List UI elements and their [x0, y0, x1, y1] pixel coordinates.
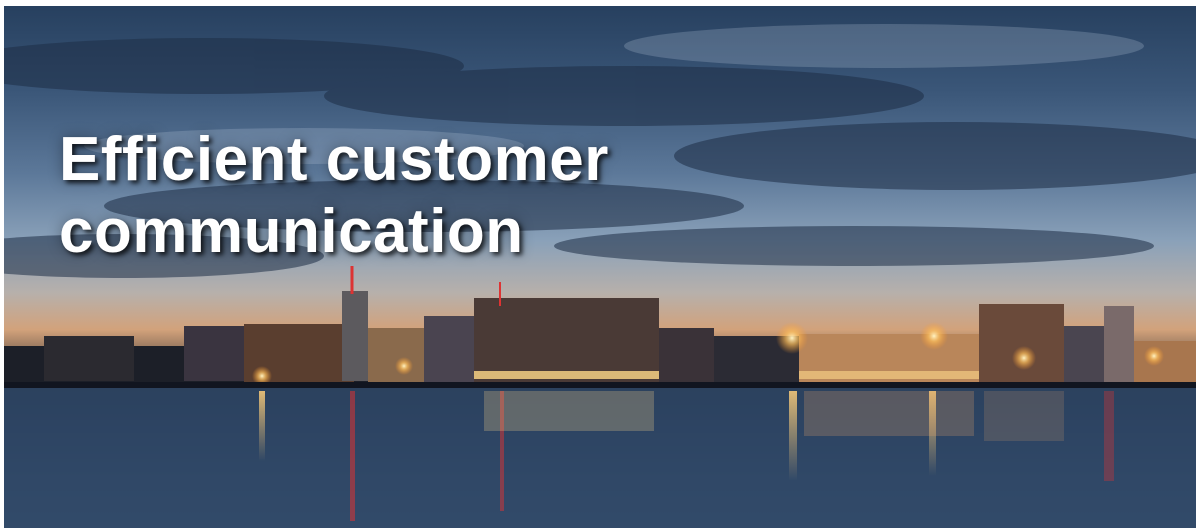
headline-line-2: communication [59, 197, 524, 266]
headline: Efficient customer communication [59, 124, 609, 268]
hero-banner: Efficient customer communication [4, 6, 1196, 528]
skyline [4, 266, 1196, 386]
headline-line-1: Efficient customer [59, 125, 609, 194]
